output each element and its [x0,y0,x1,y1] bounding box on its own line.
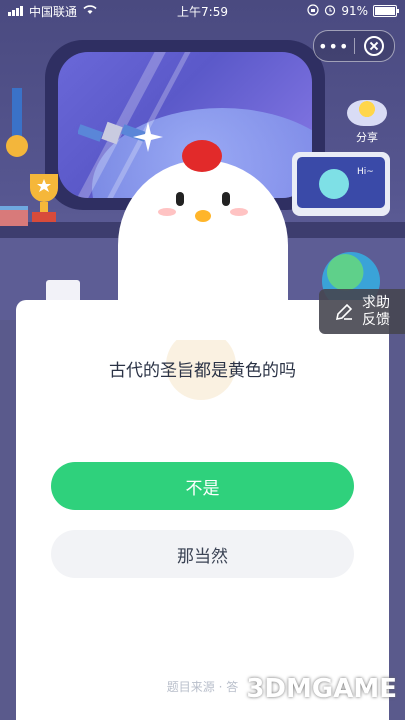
medal-ribbon [12,88,22,138]
feedback-label-2: 反馈 [362,311,390,328]
more-button[interactable]: ••• [314,37,354,56]
help-feedback-button[interactable]: 求助 反馈 [319,289,405,334]
alarm-icon [324,4,336,19]
site-watermark: 3DMGAME [246,674,397,704]
chick-comb [182,140,222,172]
battery-percent: 91% [341,4,368,18]
chick-beak [195,210,211,222]
rotation-lock-icon [307,3,319,19]
answer-option-2[interactable]: 那当然 [51,530,354,578]
answer-option-1[interactable]: 不是 [51,462,354,510]
status-bar: 中国联通 上午7:59 91% [0,0,405,22]
monitor-greeting: Hi~ [357,167,374,177]
close-icon [364,36,385,56]
carrier-name: 中国联通 [29,4,78,19]
wifi-icon [83,4,97,18]
question-text: 古代的圣旨都是黄色的吗 [109,361,296,381]
ufo-icon [347,100,387,126]
trophy-icon [30,174,58,222]
medal-icon [6,135,28,157]
books-stack [0,206,28,226]
miniprogram-capsule: ••• [313,30,395,62]
feedback-label-1: 求助 [362,294,390,311]
clock: 上午7:59 [177,4,228,19]
share-label: 分享 [356,131,378,144]
edit-icon [335,303,353,320]
signal-icon [8,6,23,16]
monitor-display: Hi~ [292,152,390,216]
chick-mascot [118,140,288,340]
battery-icon [373,5,399,17]
close-button[interactable] [355,36,395,56]
question-card: — 我们和地球 — 古代的圣旨都是黄色的吗 不是 那当然 题目来源 · 答 [16,300,389,720]
share-button[interactable]: 分享 [342,100,392,145]
alien-character [319,169,349,199]
